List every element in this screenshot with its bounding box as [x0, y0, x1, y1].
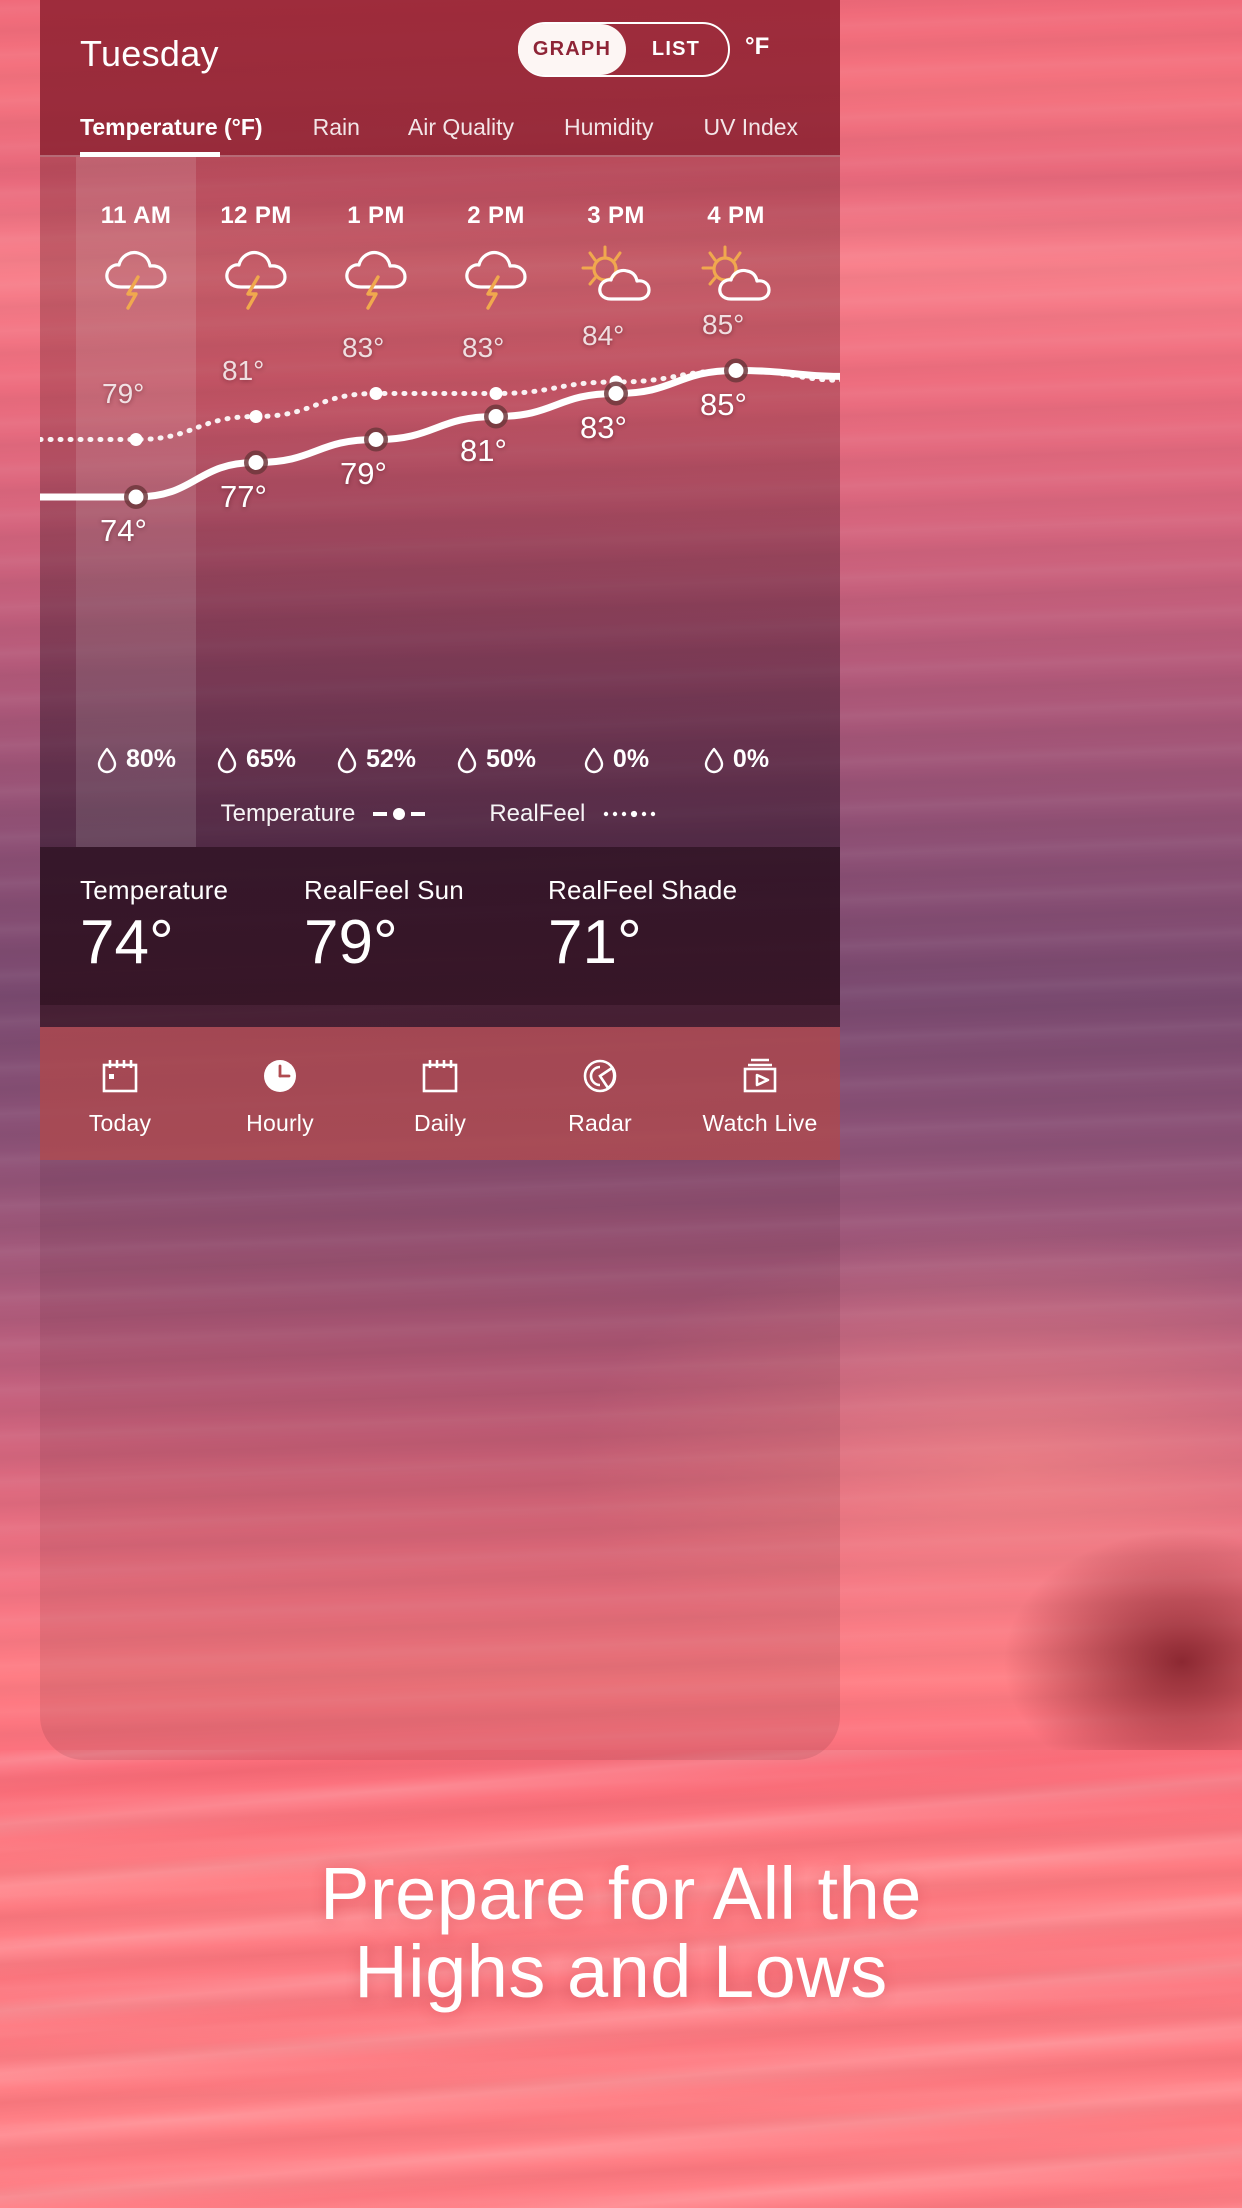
hourly-graph[interactable]: 11 AM 12 PM 1 PM 2 PM 3 PM 4 PM 79° 81° …	[40, 157, 840, 1005]
realfeel-point-label: 84°	[582, 320, 625, 351]
nav-item-radar[interactable]: Radar	[520, 1051, 680, 1137]
summary-label: RealFeel Shade	[548, 875, 738, 905]
unit-toggle[interactable]: °F	[745, 33, 769, 61]
tab-uv-index[interactable]: UV Index	[703, 114, 798, 141]
summary-value: 79°	[304, 908, 398, 977]
weather-app-card: Tuesday GRAPH LIST °F Temperature (°F) R…	[40, 0, 840, 1760]
temperature-point-label: 85°	[700, 386, 747, 422]
nav-item-daily[interactable]: Daily	[360, 1051, 520, 1137]
nav-label: Radar	[568, 1109, 632, 1136]
precipitation-row: 80% 65% 52% 50% 0% 0%	[40, 745, 840, 805]
radar-icon	[520, 1051, 680, 1103]
water-drop-icon	[216, 746, 238, 774]
app-screenshot: Tuesday GRAPH LIST °F Temperature (°F) R…	[0, 0, 1242, 2208]
metric-tabs: Temperature (°F) Rain Air Quality Humidi…	[40, 97, 840, 157]
summary-realfeel-sun: RealFeel Sun 79°	[304, 875, 464, 974]
promo-text: Prepare for All the Highs and Lows	[0, 1852, 1242, 2014]
realfeel-point-label: 81°	[222, 354, 265, 386]
summary-label: Temperature	[80, 875, 229, 905]
nav-item-watch-live[interactable]: Watch Live	[680, 1051, 840, 1137]
tab-rain[interactable]: Rain	[313, 114, 360, 141]
precipitation-value: 80%	[125, 745, 177, 773]
nav-item-hourly[interactable]: Hourly	[200, 1051, 360, 1137]
clock-icon	[200, 1051, 360, 1103]
promo-line-1: Prepare for All the	[320, 1852, 922, 1935]
nav-label: Daily	[413, 1109, 467, 1136]
day-title: Tuesday	[80, 33, 219, 74]
tab-air-quality[interactable]: Air Quality	[408, 114, 514, 141]
summary-label: RealFeel Sun	[304, 875, 464, 905]
precipitation-chance: 50%	[436, 745, 556, 774]
realfeel-point-label: 85°	[702, 308, 745, 340]
precipitation-value: 50%	[485, 745, 537, 773]
chart-legend: Temperature RealFeel	[40, 800, 840, 828]
calendar-icon	[360, 1051, 520, 1103]
precipitation-value: 65%	[245, 745, 297, 773]
temperature-chart-svg	[40, 358, 840, 509]
legend-label-realfeel: RealFeel	[489, 800, 586, 827]
temperature-point-label: 77°	[220, 478, 267, 514]
summary-realfeel-shade: RealFeel Shade 71°	[548, 875, 737, 974]
video-play-icon	[680, 1051, 840, 1103]
calendar-icon	[40, 1051, 200, 1103]
realfeel-point-label: 83°	[342, 331, 385, 363]
precipitation-chance: 0%	[676, 745, 796, 774]
nav-item-today[interactable]: Today	[40, 1051, 200, 1137]
toggle-option-list[interactable]: LIST	[626, 24, 726, 75]
background-rock	[1002, 1530, 1242, 1750]
precipitation-value: 0%	[732, 745, 770, 773]
precipitation-chance: 65%	[196, 745, 316, 774]
precipitation-chance: 0%	[556, 745, 676, 774]
temperature-point-label: 79°	[340, 455, 387, 491]
precipitation-chance: 80%	[76, 745, 196, 774]
legend-label-temperature: Temperature	[220, 800, 356, 827]
temperature-point-label: 74°	[100, 513, 147, 548]
tab-temperature[interactable]: Temperature (°F)	[80, 114, 263, 141]
graph-list-toggle[interactable]: GRAPH LIST	[518, 22, 730, 77]
precipitation-value: 0%	[612, 745, 650, 773]
nav-label: Today	[88, 1109, 152, 1136]
app-header: Tuesday GRAPH LIST °F Temperature (°F) R…	[40, 0, 840, 157]
realfeel-point-label: 83°	[462, 331, 505, 363]
nav-label: Hourly	[246, 1109, 314, 1136]
summary-strip: Temperature 74° RealFeel Sun 79° RealFee…	[40, 847, 840, 1027]
water-drop-icon	[703, 746, 725, 774]
water-drop-icon	[336, 746, 358, 774]
promo-line-2: Highs and Lows	[354, 1930, 888, 2014]
precipitation-chance: 52%	[316, 745, 436, 774]
tab-humidity[interactable]: Humidity	[564, 114, 653, 141]
temperature-point-label: 83°	[580, 409, 627, 445]
precipitation-value: 52%	[365, 745, 417, 773]
water-drop-icon	[583, 746, 605, 774]
water-drop-icon	[96, 746, 118, 774]
toggle-option-graph[interactable]: GRAPH	[518, 24, 626, 75]
bottom-nav: Today Hourly Daily Radar Watch Live	[40, 1027, 840, 1160]
legend-marker-realfeel	[603, 807, 659, 821]
temperature-point-label: 81°	[460, 432, 507, 468]
summary-value: 74°	[80, 908, 174, 977]
summary-temperature: Temperature 74°	[80, 875, 228, 974]
summary-value: 71°	[548, 908, 642, 977]
nav-label: Watch Live	[702, 1109, 818, 1136]
realfeel-point-label: 79°	[102, 377, 145, 409]
water-drop-icon	[456, 746, 478, 774]
legend-marker-temperature	[373, 807, 426, 821]
